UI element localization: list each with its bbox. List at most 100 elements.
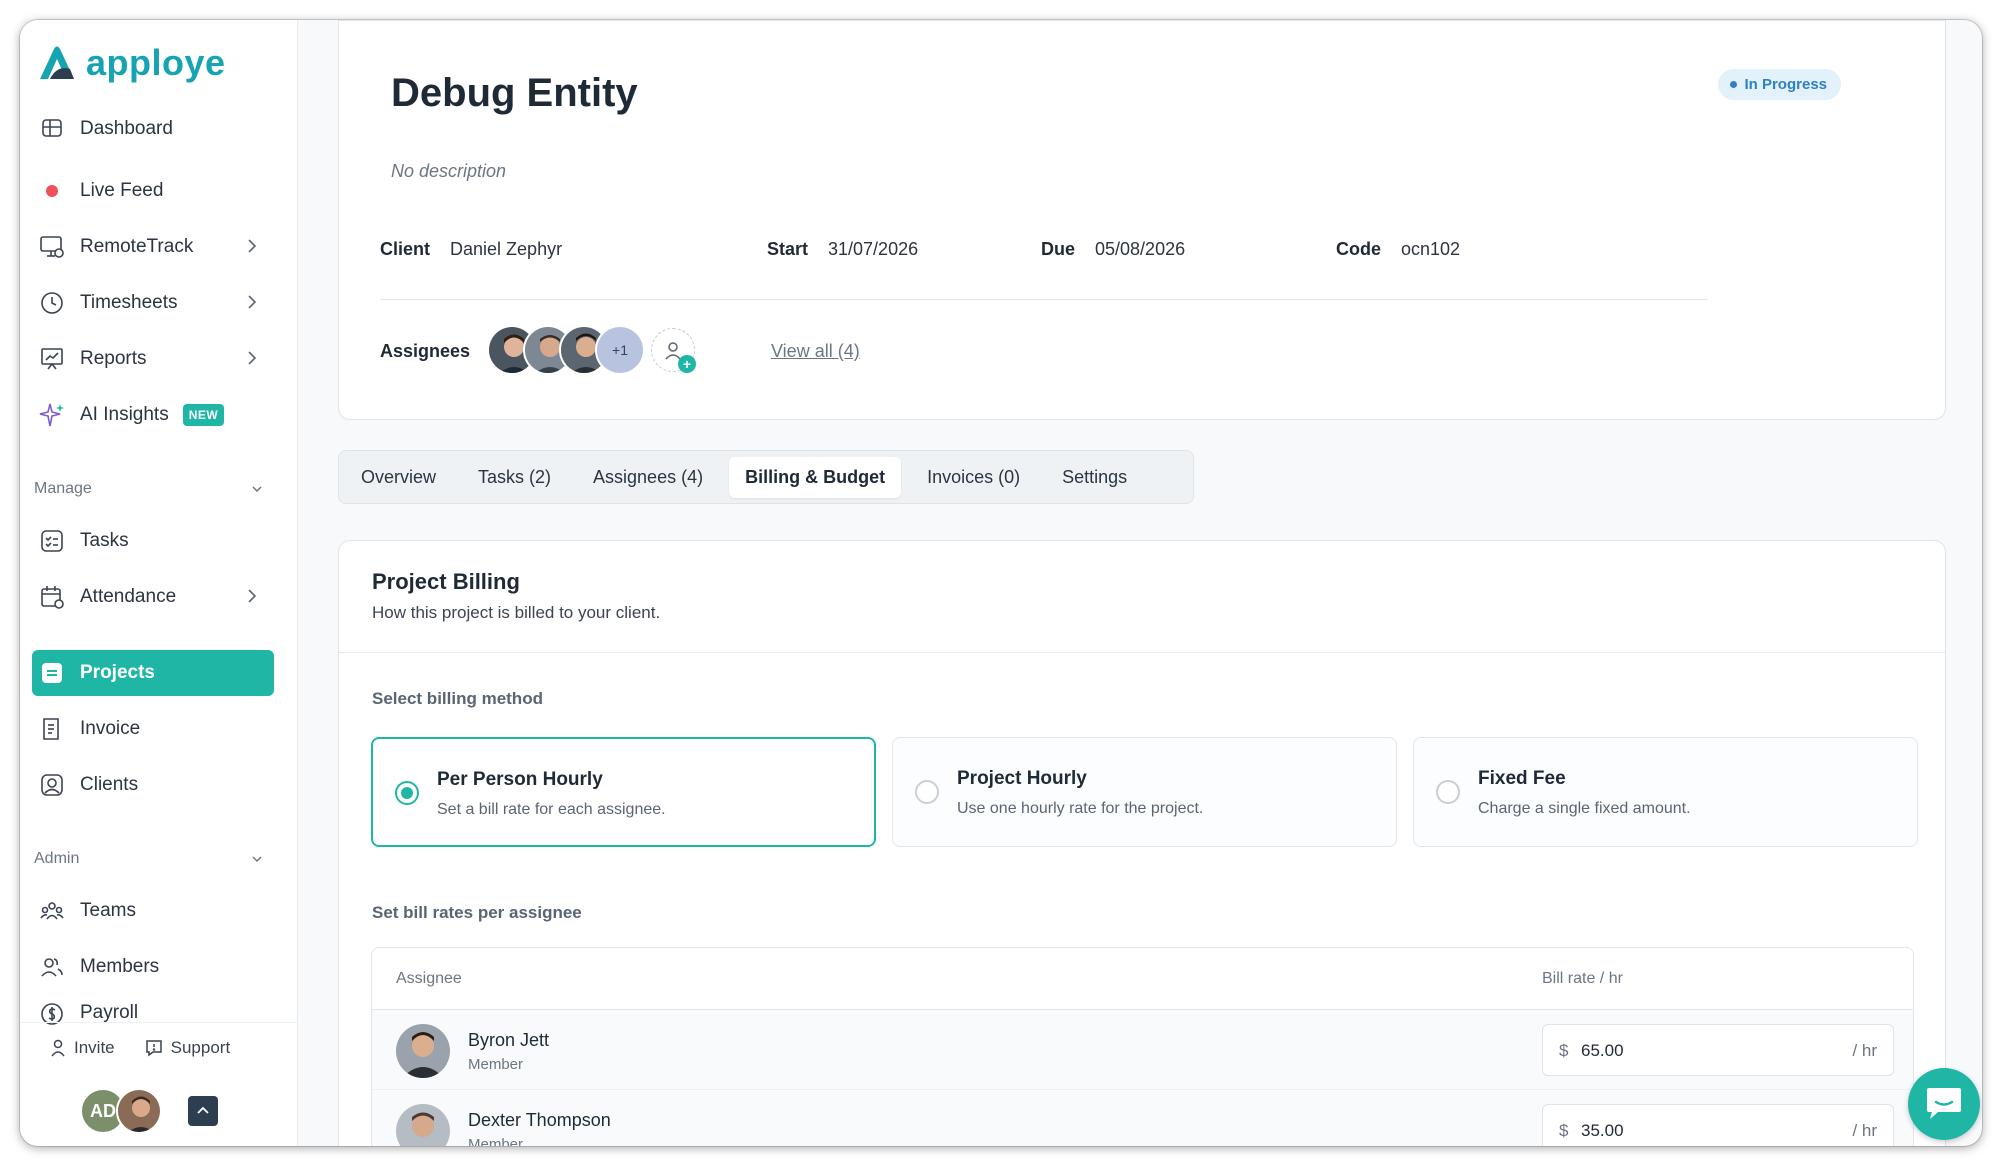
assignee-role: Member	[468, 1136, 524, 1146]
invoice-icon	[38, 715, 66, 743]
members-icon	[38, 953, 66, 981]
page-title: Debug Entity	[391, 71, 638, 115]
chevron-right-icon	[248, 351, 257, 365]
bill-rates-table: Assignee Bill rate / hr Byron Jett Membe…	[371, 947, 1914, 1146]
sidebar-item-label: Clients	[80, 774, 139, 795]
code-label: Code	[1336, 239, 1381, 259]
sidebar-item-label: RemoteTrack	[80, 236, 194, 257]
calendar-icon	[38, 583, 66, 611]
brand-name: apploye	[86, 42, 226, 83]
sidebar-item-tasks[interactable]: Tasks	[32, 518, 274, 564]
chat-widget-button[interactable]	[1908, 1068, 1980, 1140]
sidebar-item-label: Teams	[80, 900, 136, 921]
assignee-name: Byron Jett	[468, 1030, 550, 1050]
avatar	[116, 1088, 162, 1134]
invite-link[interactable]: Invite	[50, 1038, 115, 1058]
section-manage-label: Manage	[34, 480, 92, 497]
sidebar-item-label: Reports	[80, 348, 147, 369]
sidebar-item-teams[interactable]: Teams	[32, 888, 274, 934]
tab-assignees[interactable]: Assignees (4)	[577, 457, 719, 498]
radio[interactable]	[915, 780, 939, 804]
sidebar-item-label: Members	[80, 956, 160, 977]
chart-icon	[38, 345, 66, 373]
divider	[380, 299, 1708, 300]
rate-unit: / hr	[1852, 1121, 1877, 1140]
teams-icon	[38, 897, 66, 925]
status-dot-icon	[1730, 81, 1738, 88]
method-desc: Use one hourly rate for the project.	[957, 800, 1204, 817]
billing-panel: Project Billing How this project is bill…	[338, 540, 1946, 1146]
bill-rate-input[interactable]: $ 35.00 / hr	[1542, 1104, 1894, 1146]
radio-selected[interactable]	[395, 781, 419, 805]
logo[interactable]: apploye	[36, 42, 226, 84]
bill-rate-input[interactable]: $ 65.00 / hr	[1542, 1024, 1894, 1076]
sidebar-item-dashboard[interactable]: Dashboard	[32, 112, 274, 142]
clock-icon	[38, 289, 66, 317]
assignee-name: Dexter Thompson	[468, 1110, 611, 1130]
client-field: Client Daniel Zephyr	[380, 239, 562, 260]
billing-method-fixed-fee[interactable]: Fixed Fee Charge a single fixed amount.	[1413, 737, 1918, 847]
support-label: Support	[170, 1037, 231, 1057]
assignee-avatars[interactable]: +1 +	[487, 325, 696, 375]
support-chat-icon	[145, 1039, 162, 1056]
sidebar-item-invoice[interactable]: Invoice	[32, 706, 274, 752]
bill-rate-value[interactable]: 35.00	[1581, 1121, 1624, 1141]
view-all-assignees-link[interactable]: View all (4)	[771, 341, 860, 362]
sidebar-item-projects[interactable]: Projects	[32, 650, 274, 696]
app-window: apploye Dashboard Live Feed RemoteTrack	[20, 20, 1982, 1146]
sidebar-item-label: Live Feed	[80, 180, 164, 201]
support-link[interactable]: Support	[145, 1037, 231, 1058]
billing-method-project-hourly[interactable]: Project Hourly Use one hourly rate for t…	[892, 737, 1397, 847]
due-field: Due 05/08/2026	[1041, 239, 1185, 260]
radio[interactable]	[1436, 780, 1460, 804]
live-dot-icon	[38, 177, 66, 205]
tab-overview[interactable]: Overview	[345, 457, 452, 498]
billing-method-per-person-hourly[interactable]: Per Person Hourly Set a bill rate for ea…	[371, 737, 876, 847]
sidebar-item-timesheets[interactable]: Timesheets	[32, 280, 274, 326]
bill-rate-value[interactable]: 65.00	[1581, 1041, 1624, 1061]
sparkle-icon	[38, 401, 66, 429]
due-label: Due	[1041, 239, 1076, 259]
sidebar-item-label: Payroll	[80, 1002, 139, 1023]
tab-settings[interactable]: Settings	[1046, 457, 1143, 498]
chat-bubble-icon	[1927, 1088, 1961, 1119]
chevron-down-icon	[252, 486, 262, 493]
section-manage[interactable]: Manage	[34, 480, 274, 498]
sidebar-item-reports[interactable]: Reports	[32, 336, 274, 382]
sidebar-item-label: Timesheets	[80, 292, 178, 313]
bill-rates-label: Set bill rates per assignee	[372, 903, 582, 922]
start-label: Start	[767, 239, 809, 259]
sidebar-item-remotetrack[interactable]: RemoteTrack	[32, 224, 274, 270]
tab-billing-budget[interactable]: Billing & Budget	[729, 456, 902, 498]
sidebar-item-live-feed[interactable]: Live Feed	[32, 168, 274, 214]
sidebar: apploye Dashboard Live Feed RemoteTrack	[20, 20, 298, 1146]
tab-invoices[interactable]: Invoices (0)	[911, 457, 1036, 498]
col-assignee: Assignee	[396, 970, 462, 987]
project-header: Debug Entity In Progress No description …	[338, 20, 1946, 420]
assignees-label: Assignees	[380, 341, 471, 361]
method-desc: Set a bill rate for each assignee.	[437, 801, 666, 818]
section-admin-label: Admin	[34, 850, 80, 867]
billing-title: Project Billing	[372, 569, 520, 594]
client-label: Client	[380, 239, 431, 259]
expand-user-menu-button[interactable]	[188, 1096, 218, 1126]
assignee-role: Member	[468, 1056, 524, 1073]
sidebar-item-members[interactable]: Members	[32, 944, 274, 990]
project-description: No description	[391, 161, 507, 181]
section-admin[interactable]: Admin	[34, 850, 274, 868]
sidebar-item-attendance[interactable]: Attendance	[32, 574, 274, 620]
billing-method-label: Select billing method	[372, 689, 543, 708]
currency-symbol: $	[1559, 1041, 1569, 1060]
start-field: Start 31/07/2026	[767, 239, 918, 260]
table-header: Assignee Bill rate / hr	[372, 948, 1913, 1010]
sidebar-item-clients[interactable]: Clients	[32, 762, 274, 808]
more-assignees-badge[interactable]: +1	[595, 325, 645, 375]
status-badge: In Progress	[1718, 69, 1841, 100]
add-assignee-button[interactable]: +	[651, 328, 696, 373]
chevron-up-icon	[197, 1106, 209, 1114]
projects-icon	[38, 659, 66, 687]
rate-unit: / hr	[1852, 1041, 1877, 1060]
sidebar-item-ai-insights[interactable]: AI Insights NEW	[32, 392, 274, 438]
user-menu[interactable]: AD	[80, 1088, 218, 1134]
tab-tasks[interactable]: Tasks (2)	[462, 457, 567, 498]
